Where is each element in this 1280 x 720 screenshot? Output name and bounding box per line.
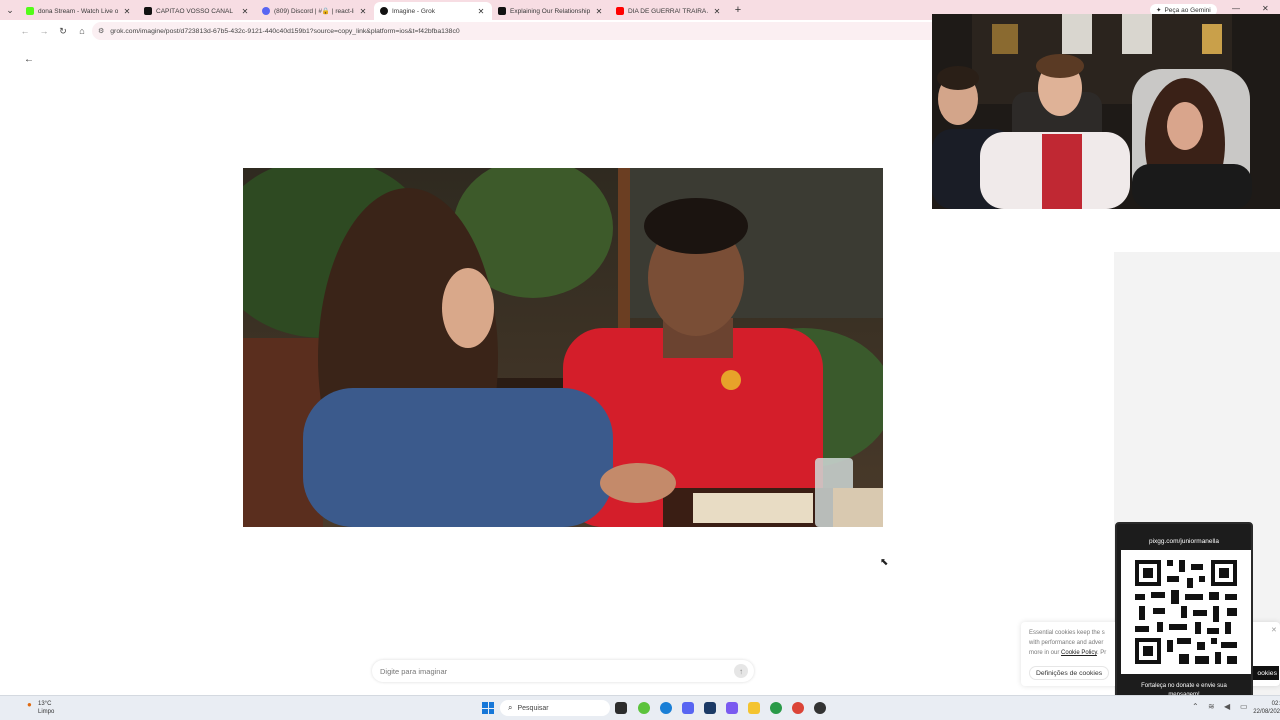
reload-icon[interactable]: ↻ — [54, 22, 72, 40]
close-icon[interactable]: ✕ — [712, 7, 722, 16]
tiktok-favicon-icon — [498, 7, 506, 15]
battery-icon[interactable]: ▭ — [1240, 702, 1248, 711]
tab-label: (809) Discord | #🔒 | react-link — [274, 8, 354, 15]
clock-date: 22/08/202 — [1253, 709, 1280, 715]
tab-label: Explaining Our Relationship A — [510, 7, 590, 15]
tab-discord[interactable]: (809) Discord | #🔒 | react-link ✕ — [256, 2, 374, 20]
forward-icon[interactable]: → — [35, 22, 53, 40]
cookie-text-fragment: more in our — [1029, 650, 1060, 656]
site-info-icon[interactable]: ⚙ — [98, 27, 104, 35]
close-icon[interactable]: ✕ — [122, 7, 132, 16]
imagine-prompt-box[interactable]: ↑ — [372, 660, 754, 682]
streamer-webcam-overlay — [932, 14, 1280, 209]
webcam-image — [932, 14, 1280, 209]
tab-imagine-grok[interactable]: Imagine - Grok ✕ — [374, 2, 492, 20]
donation-url: pixgg.com/juniormanella — [1148, 538, 1220, 545]
tab-tiktok[interactable]: Explaining Our Relationship A ✕ — [492, 2, 610, 20]
system-clock[interactable]: 02: 22/08/202 — [1252, 700, 1280, 716]
close-window-icon[interactable]: ✕ — [1262, 4, 1269, 13]
file-explorer-icon[interactable] — [748, 702, 760, 714]
donation-message-line: Fortaleça no donate e envie sua — [1141, 683, 1227, 689]
back-arrow-icon[interactable]: ← — [24, 54, 34, 65]
tab-search-button[interactable]: ⌄ — [0, 0, 20, 20]
close-icon[interactable]: ✕ — [476, 7, 486, 16]
home-icon[interactable]: ⌂ — [73, 22, 91, 40]
volume-icon[interactable]: ◀ — [1224, 702, 1230, 711]
spotify-icon[interactable] — [638, 702, 650, 714]
tray-chevron-icon[interactable]: ⌃ — [1192, 702, 1199, 711]
tab-capitao[interactable]: CAPITÃO VOSSO CANAL ✕ — [138, 2, 256, 20]
close-icon[interactable]: ✕ — [1271, 626, 1277, 634]
send-arrow-icon[interactable]: ↑ — [734, 664, 748, 678]
tab-label: dona Stream - Watch Live on K — [38, 7, 118, 15]
gemini-label: Peça ao Gemini — [1164, 6, 1211, 14]
page-favicon-icon — [144, 7, 152, 15]
tab-label: CAPITÃO VOSSO CANAL — [156, 7, 233, 15]
taskbar-search[interactable]: ⌕ Pesquisar — [500, 700, 610, 716]
kick-favicon-icon — [26, 7, 34, 15]
search-icon: ⌕ — [508, 703, 513, 712]
weather-desc: Limpo — [38, 709, 55, 715]
discord-favicon-icon — [262, 7, 270, 15]
windows-start-icon[interactable] — [482, 702, 494, 714]
address-bar[interactable]: ⚙ grok.com/imagine/post/d723813d-67b5-43… — [92, 22, 952, 40]
mouse-pointer-icon: ⬉ — [880, 557, 889, 568]
restaurant-scene-image — [243, 168, 883, 527]
tab-label: Imagine - Grok — [392, 7, 435, 15]
chrome-icon[interactable] — [792, 702, 804, 714]
url-text: grok.com/imagine/post/d723813d-67b5-432c… — [110, 27, 460, 35]
cookie-settings-button[interactable]: Definições de cookies — [1029, 666, 1110, 680]
sparkle-icon: ✦ — [1156, 7, 1162, 14]
discord-icon[interactable] — [682, 702, 694, 714]
weather-icon: ● — [27, 700, 32, 709]
tab-youtube[interactable]: DIA DE GUERRA! TRAIRA AQUI ✕ — [610, 2, 728, 20]
screen: ⌄ dona Stream - Watch Live on K ✕ CAPITÃ… — [0, 0, 1280, 720]
clock-time: 02: — [1271, 701, 1280, 707]
qr-code — [1121, 550, 1251, 674]
back-icon[interactable]: ← — [16, 22, 34, 40]
tab-kick-stream[interactable]: dona Stream - Watch Live on K ✕ — [20, 2, 138, 20]
app-icon[interactable] — [770, 702, 782, 714]
edge-icon[interactable] — [660, 702, 672, 714]
donation-qr-overlay: pixgg.com/juniormanella Fortaleça no don… — [1115, 522, 1253, 704]
close-icon[interactable]: ✕ — [358, 7, 368, 16]
taskbar-search-label: Pesquisar — [517, 704, 549, 712]
youtube-favicon-icon — [616, 7, 624, 15]
cookie-policy-link[interactable]: Cookie Policy — [1061, 650, 1097, 656]
grok-favicon-icon — [380, 7, 388, 15]
minimize-icon[interactable]: — — [1232, 4, 1240, 13]
generated-video[interactable] — [243, 168, 883, 527]
new-tab-button[interactable]: + — [728, 4, 748, 16]
close-icon[interactable]: ✕ — [240, 7, 250, 16]
prompt-input[interactable] — [380, 666, 720, 676]
windows-taskbar: 13°C Limpo ● ⌕ Pesquisar ⌃ ≋ ◀ ▭ 02: 22/… — [0, 695, 1280, 720]
wifi-icon[interactable]: ≋ — [1208, 702, 1215, 711]
app-icon[interactable] — [814, 702, 826, 714]
tab-label: DIA DE GUERRA! TRAIRA AQUI — [628, 7, 708, 15]
close-icon[interactable]: ✕ — [594, 7, 604, 16]
app-icon[interactable] — [704, 702, 716, 714]
qr-code-icon — [1121, 550, 1251, 674]
cookie-text-fragment: . Pr — [1096, 650, 1107, 656]
app-icon[interactable] — [726, 702, 738, 714]
task-view-icon[interactable] — [615, 702, 627, 714]
